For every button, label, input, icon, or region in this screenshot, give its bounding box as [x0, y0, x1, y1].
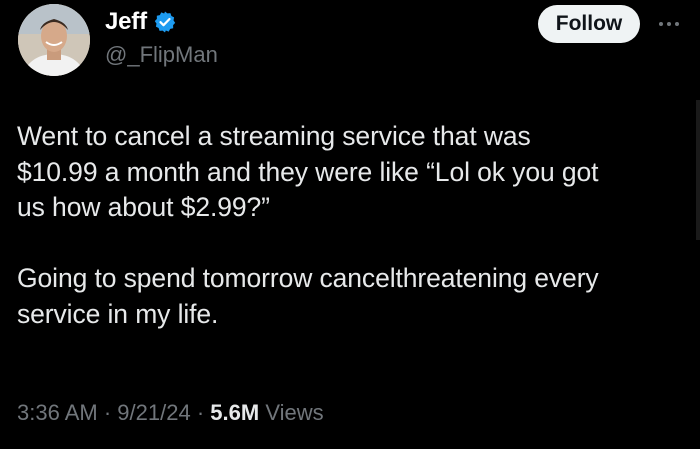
- display-name[interactable]: Jeff: [105, 8, 147, 36]
- verified-badge-icon: [153, 10, 177, 34]
- views-count: 5.6M: [210, 400, 260, 425]
- more-dot: [675, 22, 679, 26]
- tweet-line: service in my life.: [17, 298, 219, 329]
- tweet-line: Going to spend tomorrow cancelthreatenin…: [17, 263, 599, 293]
- tweet-meta: 3:36 AM · 9/21/24 · 5.6M Views: [17, 400, 324, 426]
- tweet-line: Went to cancel a streaming service that …: [17, 121, 531, 151]
- more-dot: [659, 22, 663, 26]
- more-options-icon[interactable]: [652, 14, 686, 34]
- more-dot: [667, 22, 671, 26]
- views-label: Views: [265, 400, 324, 425]
- avatar[interactable]: [18, 4, 90, 76]
- scrollbar[interactable]: [696, 100, 700, 240]
- meta-separator: ·: [103, 400, 118, 425]
- tweet-line: us how about $2.99?”: [17, 192, 270, 222]
- tweet-text: Went to cancel a streaming service that …: [17, 119, 687, 332]
- meta-separator: ·: [196, 400, 211, 425]
- tweet-card: Jeff @_FlipMan Follow Went to cancel a s…: [0, 0, 700, 449]
- tweet-time[interactable]: 3:36 AM: [17, 400, 98, 425]
- author-handle[interactable]: @_FlipMan: [105, 42, 218, 68]
- tweet-date[interactable]: 9/21/24: [117, 400, 190, 425]
- avatar-photo-icon: [18, 4, 90, 76]
- follow-button[interactable]: Follow: [538, 5, 640, 43]
- author-name-row: Jeff: [105, 4, 177, 40]
- tweet-line: $10.99 a month and they were like “Lol o…: [17, 156, 599, 187]
